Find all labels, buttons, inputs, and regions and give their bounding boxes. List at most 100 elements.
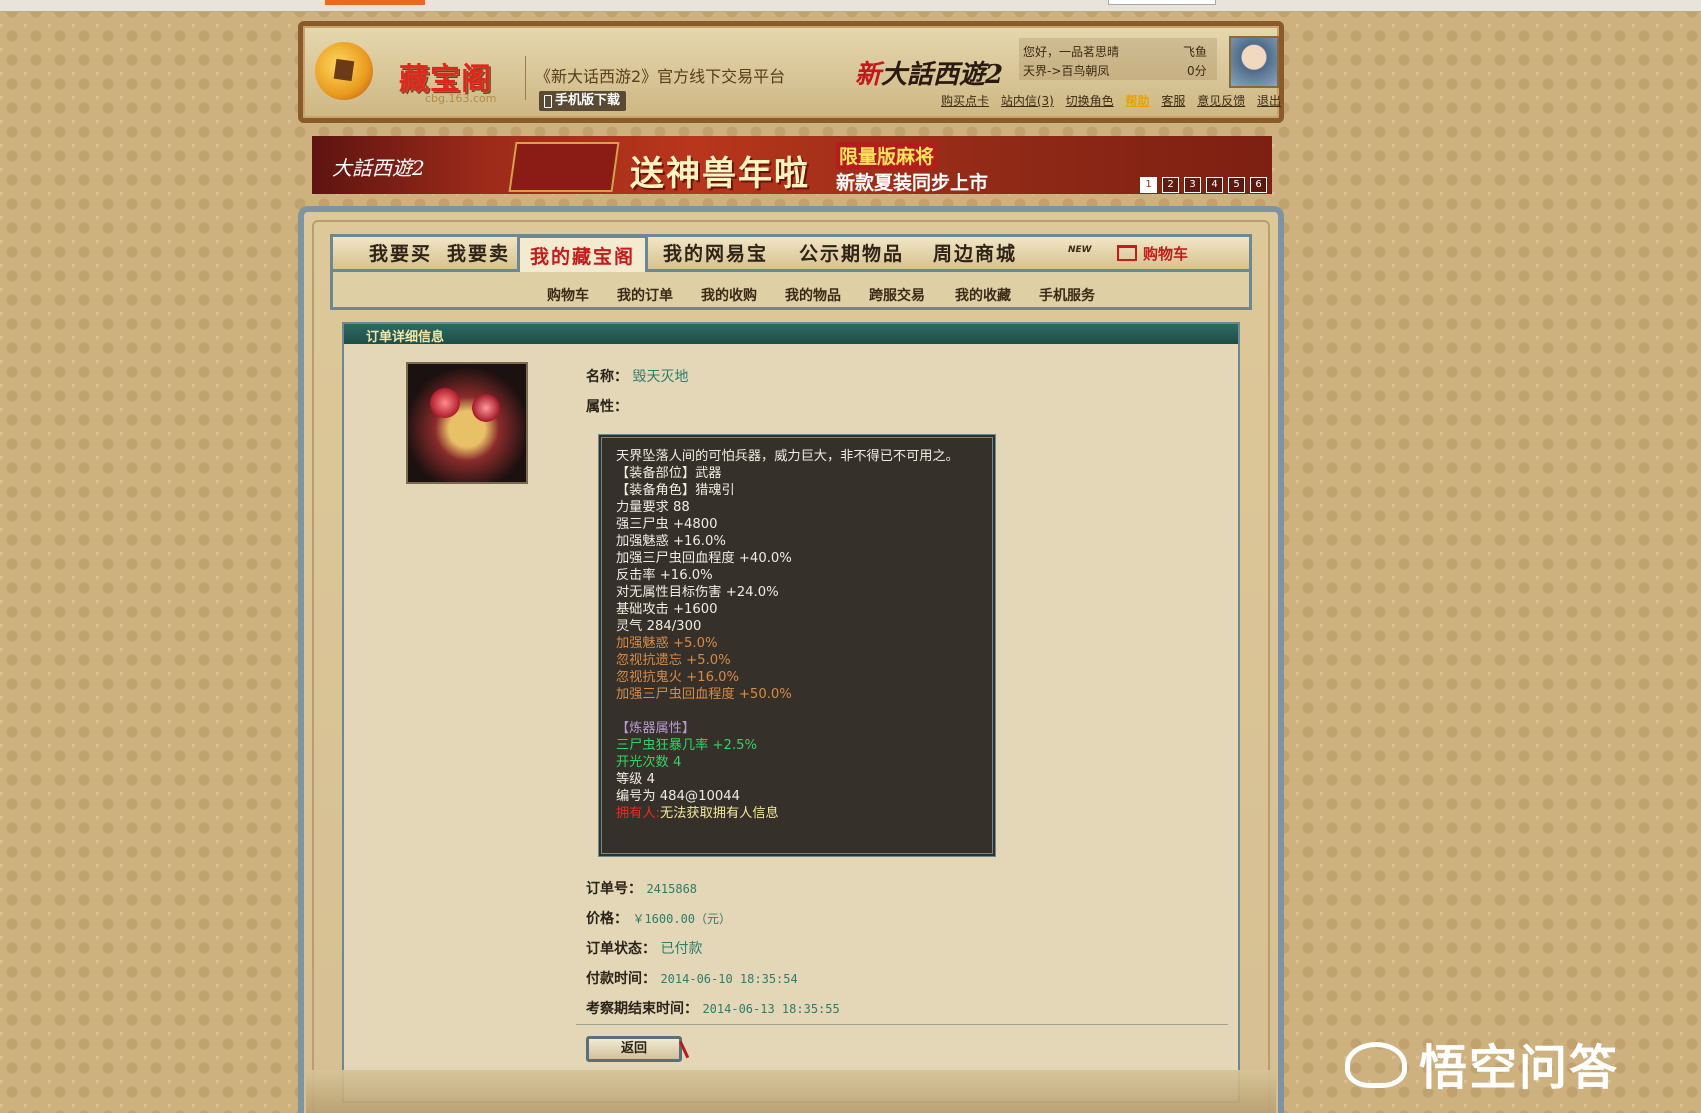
nav-buy[interactable]: 我要买 [369,239,432,266]
nav-wangyibao[interactable]: 我的网易宝 [663,239,768,266]
subnav-cart[interactable]: 购物车 [547,285,589,305]
user-points: 0分 [1187,64,1207,78]
price-value: ￥1600.00（元） [632,912,732,926]
site-domain: cbg.163.com [425,92,497,105]
attribute-line: 等级 4 [616,772,655,787]
link-feedback[interactable]: 意见反馈 [1197,94,1245,108]
banner-game-logo: 大話西遊2 [332,156,425,180]
attribute-line: 加强魅惑 +5.0% [616,636,718,651]
attribute-line: 强三尸虫 +4800 [616,517,718,532]
back-button[interactable]: 返回 [586,1036,682,1062]
header-divider [525,56,526,100]
item-attributes-box: 天界坠落人间的可怕兵器，威力巨大，非不得已不可用之。 【装备部位】武器 【装备角色】… [598,434,996,857]
banner-page-2[interactable]: 2 [1162,177,1179,193]
link-logout[interactable]: 退出 [1257,94,1281,108]
attribute-line: 三尸虫狂暴几率 +2.5% [616,738,758,753]
item-name-label: 名称： [586,369,628,385]
attribute-line: 灵气 284/300 [616,619,702,634]
nav-shop[interactable]: 周边商城 [933,239,1017,266]
status-row: 订单状态： 已付款 [586,938,702,958]
paid-time-label: 付款时间： [586,971,656,987]
nav-my-cbg[interactable]: 我的藏宝阁 [517,235,649,276]
avatar[interactable] [1229,36,1279,88]
link-buy-card[interactable]: 购买点卡 [941,94,989,108]
attribute-line: 【炼器属性】 [616,721,696,736]
attribute-line: 加强魅惑 +16.0% [616,534,726,549]
order-no-row: 订单号： 2415868 [586,878,697,898]
attribute-line: 加强三尸虫回血程度 +50.0% [616,687,792,702]
cart-icon [1117,245,1137,261]
link-service[interactable]: 客服 [1161,94,1185,108]
attribute-line: 反击率 +16.0% [616,568,713,583]
price-row: 价格： ￥1600.00（元） [586,908,731,928]
watermark: 悟空问答 [1345,1028,1619,1098]
banner-page-5[interactable]: 5 [1228,177,1245,193]
site-header: 藏宝阁 cbg.163.com 《新大话西游2》官方线下交易平台 手机版下载 新… [298,21,1284,123]
link-messages[interactable]: 站内信(3) [1001,94,1054,108]
section-titlebar: 订单详细信息 [344,324,1238,345]
subnav-cross-server[interactable]: 跨服交易 [869,285,925,305]
main-nav: 我要买 我要卖 我的藏宝阁 我的网易宝 公示期物品 周边商城 NEW 购物车 [330,234,1252,276]
footer-landscape [306,1070,1276,1113]
cropped-search-box[interactable] [1108,0,1216,5]
attribute-line: 加强三尸虫回血程度 +40.0% [616,551,792,566]
order-detail-panel: 订单详细信息 名称： 毁天灭地 属性： 天界坠落人间的可怕兵器，威力巨大，非不得… [342,322,1240,1103]
attribute-line: 对无属性目标伤害 +24.0% [616,585,779,600]
banner-page-1[interactable]: 1 [1140,177,1157,193]
wukong-logo-icon [1345,1042,1407,1088]
order-no-value: 2415868 [646,882,698,896]
banner-subtitle-1: 限量版麻将 [836,142,938,169]
link-help[interactable]: 帮助 [1126,94,1150,108]
banner-page-6[interactable]: 6 [1250,177,1267,193]
user-panel: 您好，一品茗思晴 飞鱼 天界->百鸟朝凤 0分 [1019,38,1217,80]
item-image [406,362,528,484]
item-name-value: 毁天灭地 [632,369,689,385]
attribute-line: 忽视抗鬼火 +16.0% [616,670,740,685]
sub-nav: 购物车 我的订单 我的收购 我的物品 跨服交易 我的收藏 手机服务 [330,272,1252,310]
promo-banner[interactable]: 大話西遊2 送神兽年啦 限量版麻将 新款夏装同步上市 123456 [312,136,1272,194]
subnav-items[interactable]: 我的物品 [785,285,841,305]
subnav-mobile[interactable]: 手机服务 [1039,285,1095,305]
platform-title: 《新大话西游2》官方线下交易平台 [535,67,786,86]
link-switch-role[interactable]: 切换角色 [1066,94,1114,108]
order-no-label: 订单号： [586,881,642,897]
user-tag: 飞鱼 [1183,45,1208,59]
nav-cart[interactable]: 购物车 [1117,243,1188,264]
mobile-download-button[interactable]: 手机版下载 [539,91,627,111]
paid-time-row: 付款时间： 2014-06-10 18:35:54 [586,968,798,988]
status-label: 订单状态： [586,941,656,957]
item-attr-label: 属性： [586,399,628,415]
banner-page-4[interactable]: 4 [1206,177,1223,193]
banner-subtitle-2: 新款夏装同步上市 [836,172,989,194]
paid-time-value: 2014-06-10 18:35:54 [660,972,798,986]
banner-pager: 123456 [1140,176,1272,193]
mahjong-box-image [508,142,620,192]
attribute-lines: 天界坠落人间的可怕兵器，威力巨大，非不得已不可用之。 【装备部位】武器 【装备角色】… [616,448,992,805]
subnav-acquisitions[interactable]: 我的收购 [701,285,757,305]
attribute-line: 【装备部位】武器 [616,466,722,481]
review-end-label: 考察期结束时间： [586,1001,698,1017]
owner-line: 拥有人:无法获取拥有人信息 [616,806,779,821]
attribute-line: 基础攻击 +1600 [616,602,718,617]
attribute-line: 忽视抗遗忘 +5.0% [616,653,731,668]
subnav-orders[interactable]: 我的订单 [617,285,673,305]
item-name-row: 名称： 毁天灭地 [586,366,688,386]
status-value: 已付款 [660,941,703,957]
nav-public-items[interactable]: 公示期物品 [799,239,904,266]
header-links: 购买点卡 站内信(3) 切换角色 帮助 客服 意见反馈 退出 [941,92,1289,109]
cangbaoge-emblem-icon [315,42,373,100]
item-attr-row: 属性： [586,396,628,416]
subnav-favorites[interactable]: 我的收藏 [955,285,1011,305]
section-title: 订单详细信息 [366,330,445,345]
nav-sell[interactable]: 我要卖 [447,239,510,266]
review-end-value: 2014-06-13 18:35:55 [702,1002,840,1016]
tassel-icon [678,1035,701,1059]
attribute-line: 力量要求 88 [616,500,690,515]
price-label: 价格： [586,911,628,927]
review-end-row: 考察期结束时间： 2014-06-13 18:35:55 [586,998,840,1018]
server-name: 天界->百鸟朝凤 [1023,64,1110,78]
banner-page-3[interactable]: 3 [1184,177,1201,193]
banner-headline: 送神兽年啦 [630,154,810,194]
cropped-logo [325,0,425,5]
attribute-line: 【装备角色】猎魂引 [616,483,735,498]
